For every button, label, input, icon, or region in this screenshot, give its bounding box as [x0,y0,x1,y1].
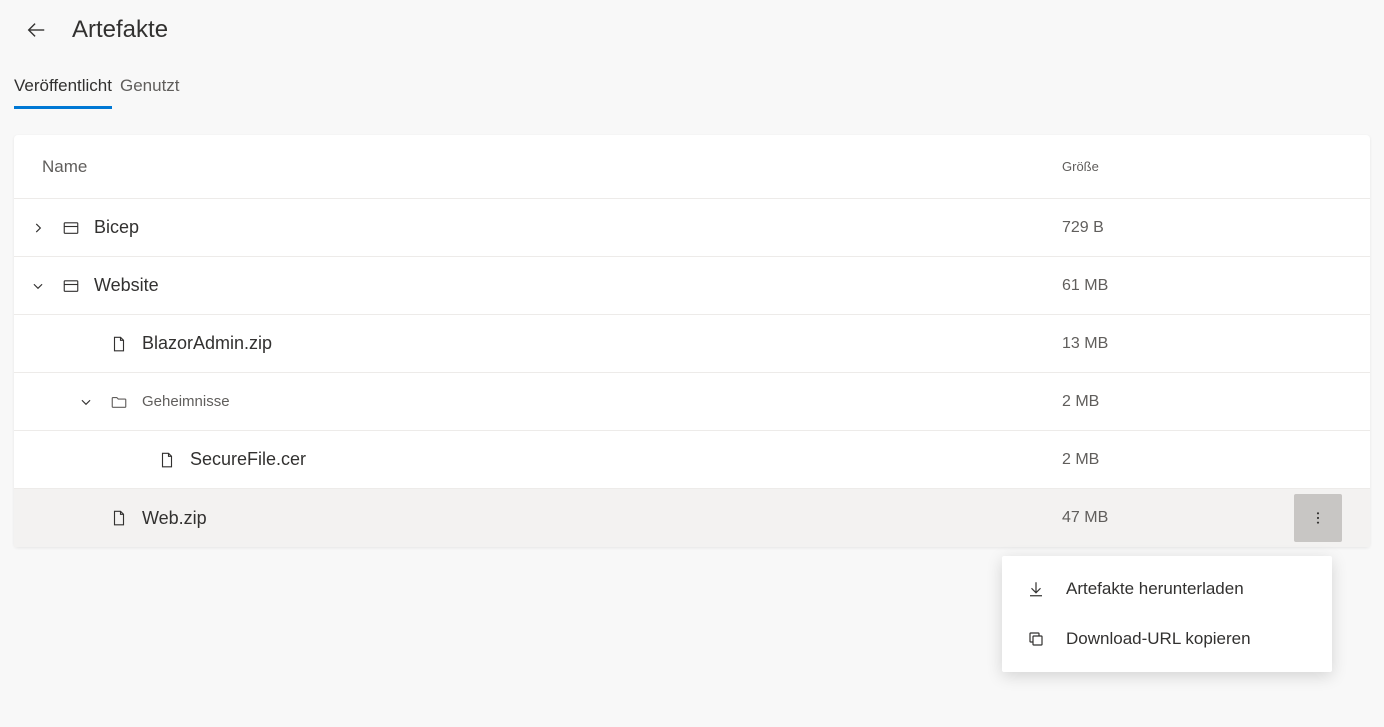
name-cell: SecureFile.cer [14,449,1062,470]
file-icon [158,451,176,469]
row-name-label: Website [94,275,159,296]
column-header-name[interactable]: Name [42,157,1062,177]
row-icon [110,509,138,527]
folder-icon [110,393,128,411]
chevron-down-icon [31,279,45,293]
resource-group-icon [62,277,80,295]
expand-toggle[interactable] [14,221,62,235]
expand-toggle[interactable] [62,395,110,409]
size-cell: 61 MB [1062,277,1282,295]
table-row[interactable]: Website 61 MB [14,257,1370,315]
name-cell: Web.zip [14,508,1062,529]
table-row[interactable]: Geheimnisse 2 MB [14,373,1370,431]
size-cell: 13 MB [1062,335,1282,353]
row-icon [62,219,90,237]
resource-group-icon [62,219,80,237]
size-cell: 729 B [1062,219,1282,237]
row-icon [158,451,186,469]
table-row[interactable]: Web.zip 47 MB [14,489,1370,547]
back-button[interactable] [20,14,52,46]
artifacts-table: Name Größe Bicep 729 B Website 61 MB BlazorA… [14,135,1370,547]
arrow-left-icon [25,19,47,41]
file-icon [110,335,128,353]
actions-cell [1282,494,1342,542]
download-icon [1026,580,1046,598]
more-actions-button[interactable] [1294,494,1342,542]
tab-published[interactable]: Veröffentlicht [14,76,112,109]
size-cell: 2 MB [1062,451,1282,469]
size-cell: 47 MB [1062,509,1282,527]
table-row[interactable]: BlazorAdmin.zip 13 MB [14,315,1370,373]
context-menu: Artefakte herunterladen Download-URL kop… [1002,556,1332,672]
name-cell: BlazorAdmin.zip [14,333,1062,354]
menu-item-label: Download-URL kopieren [1066,629,1251,649]
row-name-label: Web.zip [142,508,207,529]
row-name-label: Bicep [94,217,139,238]
row-icon [62,277,90,295]
row-name-label: SecureFile.cer [190,449,306,470]
name-cell: Bicep [14,217,1062,238]
row-name-label: BlazorAdmin.zip [142,333,272,354]
chevron-right-icon [31,221,45,235]
name-cell: Geheimnisse [14,393,1062,411]
table-row[interactable]: Bicep 729 B [14,199,1370,257]
menu-item-copy-download-url[interactable]: Download-URL kopieren [1002,614,1332,664]
table-row[interactable]: SecureFile.cer 2 MB [14,431,1370,489]
menu-item-download-artifacts[interactable]: Artefakte herunterladen [1002,564,1332,614]
more-vertical-icon [1310,510,1326,526]
copy-icon [1026,630,1046,648]
table-header-row: Name Größe [14,135,1370,199]
page-header: Artefakte [0,0,1384,56]
row-name-label: Geheimnisse [142,393,230,410]
menu-item-label: Artefakte herunterladen [1066,579,1244,599]
page-title: Artefakte [72,16,168,44]
column-header-size[interactable]: Größe [1062,159,1282,174]
row-icon [110,393,138,411]
size-cell: 2 MB [1062,393,1282,411]
row-icon [110,335,138,353]
tabs-bar: Veröffentlicht Genutzt [0,56,1384,109]
expand-toggle[interactable] [14,279,62,293]
name-cell: Website [14,275,1062,296]
file-icon [110,509,128,527]
tab-used[interactable]: Genutzt [120,76,180,109]
chevron-down-icon [79,395,93,409]
